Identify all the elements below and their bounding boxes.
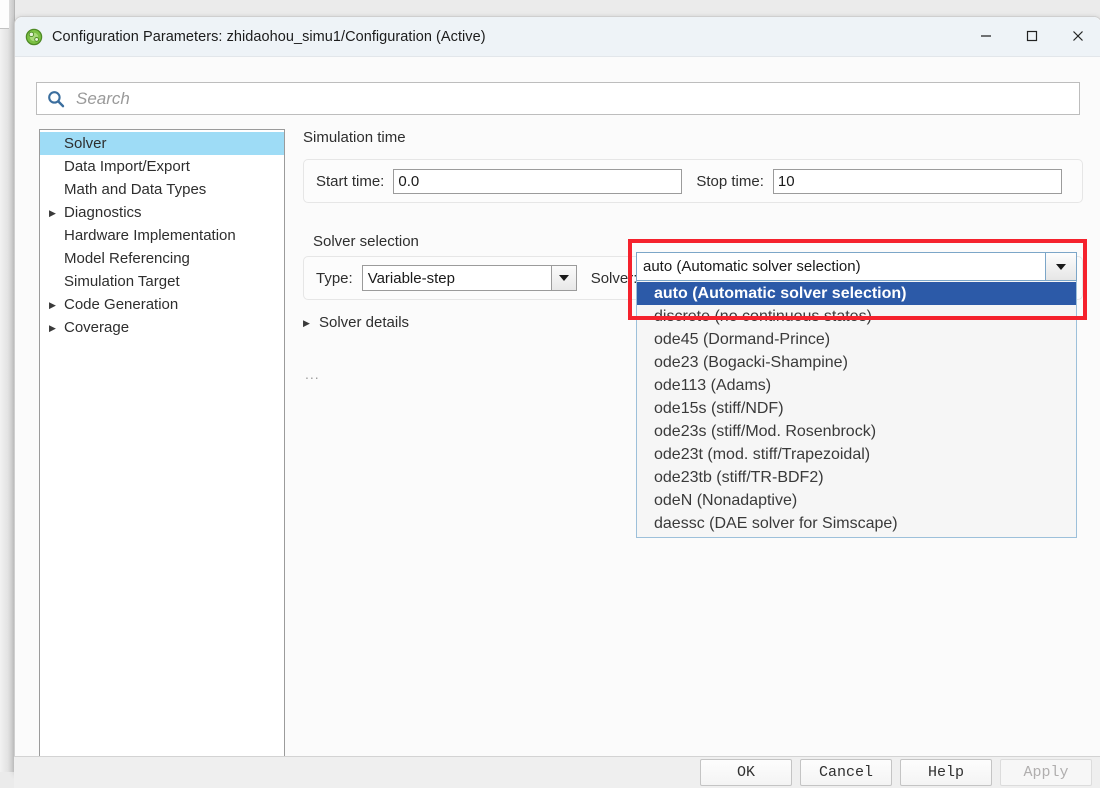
chevron-right-icon: ▶ [303, 317, 310, 328]
sidebar-item-data-import-export[interactable]: ▶ Data Import/Export [40, 155, 284, 178]
sidebar-item-label: Math and Data Types [64, 181, 207, 198]
search-input[interactable] [74, 84, 1038, 113]
desktop-left-strip [0, 0, 15, 772]
ok-button[interactable]: OK [700, 759, 792, 786]
sidebar-item-model-referencing[interactable]: ▶ Model Referencing [40, 247, 284, 270]
chevron-right-icon[interactable]: ▶ [49, 323, 64, 333]
simulation-time-group-title: Simulation time [303, 129, 406, 146]
sidebar-item-label: Diagnostics [64, 204, 142, 221]
window-controls [963, 17, 1100, 55]
apply-button: Apply [1000, 759, 1092, 786]
list-item[interactable]: ode15s (stiff/NDF) [637, 397, 1076, 420]
list-item[interactable]: ode23tb (stiff/TR-BDF2) [637, 466, 1076, 489]
stop-time-input[interactable] [772, 168, 1062, 194]
title-bar: Configuration Parameters: zhidaohou_simu… [15, 17, 1100, 57]
solver-details-label: Solver details [319, 314, 410, 331]
list-item[interactable]: odeN (Nonadaptive) [637, 489, 1076, 512]
solver-dropdown-container: auto (Automatic solver selection) auto (… [636, 252, 1077, 538]
overflow-ellipsis: ... [305, 366, 320, 382]
search-bar[interactable] [36, 82, 1080, 115]
solver-type-label: Type: [316, 269, 353, 287]
list-item[interactable]: ode23t (mod. stiff/Trapezoidal) [637, 443, 1076, 466]
chevron-down-icon[interactable] [1045, 253, 1076, 280]
settings-nav-tree[interactable]: ▶ Solver ▶ Data Import/Export ▶ Math and… [39, 129, 285, 757]
list-item[interactable]: discrete (no continuous states) [637, 305, 1076, 328]
list-item[interactable]: ode23s (stiff/Mod. Rosenbrock) [637, 420, 1076, 443]
simulink-icon [25, 28, 43, 46]
sidebar-item-label: Model Referencing [64, 250, 190, 267]
start-time-input[interactable] [393, 168, 683, 194]
sidebar-item-code-generation[interactable]: ▶ Code Generation [40, 293, 284, 316]
sidebar-item-diagnostics[interactable]: ▶ Diagnostics [40, 201, 284, 224]
window-title: Configuration Parameters: zhidaohou_simu… [52, 28, 486, 45]
cancel-button[interactable]: Cancel [800, 759, 892, 786]
minimize-icon [981, 35, 991, 37]
sidebar-item-label: Code Generation [64, 296, 179, 313]
sidebar-item-label: Data Import/Export [64, 158, 190, 175]
sidebar-item-simulation-target[interactable]: ▶ Simulation Target [40, 270, 284, 293]
sidebar-item-label: Hardware Implementation [64, 227, 236, 244]
sidebar-item-hardware-implementation[interactable]: ▶ Hardware Implementation [40, 224, 284, 247]
start-time-label: Start time: [316, 172, 385, 190]
solver-details-disclosure[interactable]: ▶ Solver details [303, 314, 409, 331]
solver-dropdown-value: auto (Automatic solver selection) [643, 258, 861, 275]
simulation-time-group: Start time: Stop time: [303, 159, 1083, 203]
minimize-button[interactable] [963, 17, 1009, 55]
solver-type-dropdown[interactable]: Variable-step [361, 265, 577, 291]
close-icon [1073, 31, 1083, 41]
sidebar-item-label: Simulation Target [64, 273, 180, 290]
maximize-icon [1026, 30, 1038, 42]
maximize-button[interactable] [1009, 17, 1055, 55]
chevron-down-icon[interactable] [550, 266, 576, 290]
solver-label: Solver: [590, 269, 638, 287]
stop-time-label: Stop time: [696, 172, 764, 190]
dialog-footer: OK Cancel Help Apply [14, 756, 1100, 788]
sidebar-item-label: Coverage [64, 319, 130, 336]
sidebar-item-label: Solver [64, 135, 107, 152]
chevron-right-icon[interactable]: ▶ [49, 300, 64, 310]
close-button[interactable] [1055, 17, 1100, 55]
solver-type-value: Variable-step [367, 269, 455, 287]
solver-option-list[interactable]: auto (Automatic solver selection) discre… [636, 281, 1077, 538]
chevron-right-icon[interactable]: ▶ [49, 208, 64, 218]
sidebar-item-math-and-data-types[interactable]: ▶ Math and Data Types [40, 178, 284, 201]
list-item[interactable]: ode23 (Bogacki-Shampine) [637, 351, 1076, 374]
solver-dropdown-button[interactable]: auto (Automatic solver selection) [636, 252, 1077, 281]
sidebar-item-solver[interactable]: ▶ Solver [40, 132, 284, 155]
list-item[interactable]: ode45 (Dormand-Prince) [637, 328, 1076, 351]
search-icon [48, 90, 65, 107]
desktop-left-corner [0, 0, 9, 29]
help-button[interactable]: Help [900, 759, 992, 786]
solver-selection-group-title: Solver selection [313, 233, 419, 250]
list-item[interactable]: daessc (DAE solver for Simscape) [637, 512, 1076, 535]
list-item[interactable]: ode113 (Adams) [637, 374, 1076, 397]
list-item[interactable]: auto (Automatic solver selection) [637, 282, 1076, 305]
sidebar-item-coverage[interactable]: ▶ Coverage [40, 316, 284, 339]
configuration-parameters-window: Configuration Parameters: zhidaohou_simu… [14, 16, 1100, 774]
